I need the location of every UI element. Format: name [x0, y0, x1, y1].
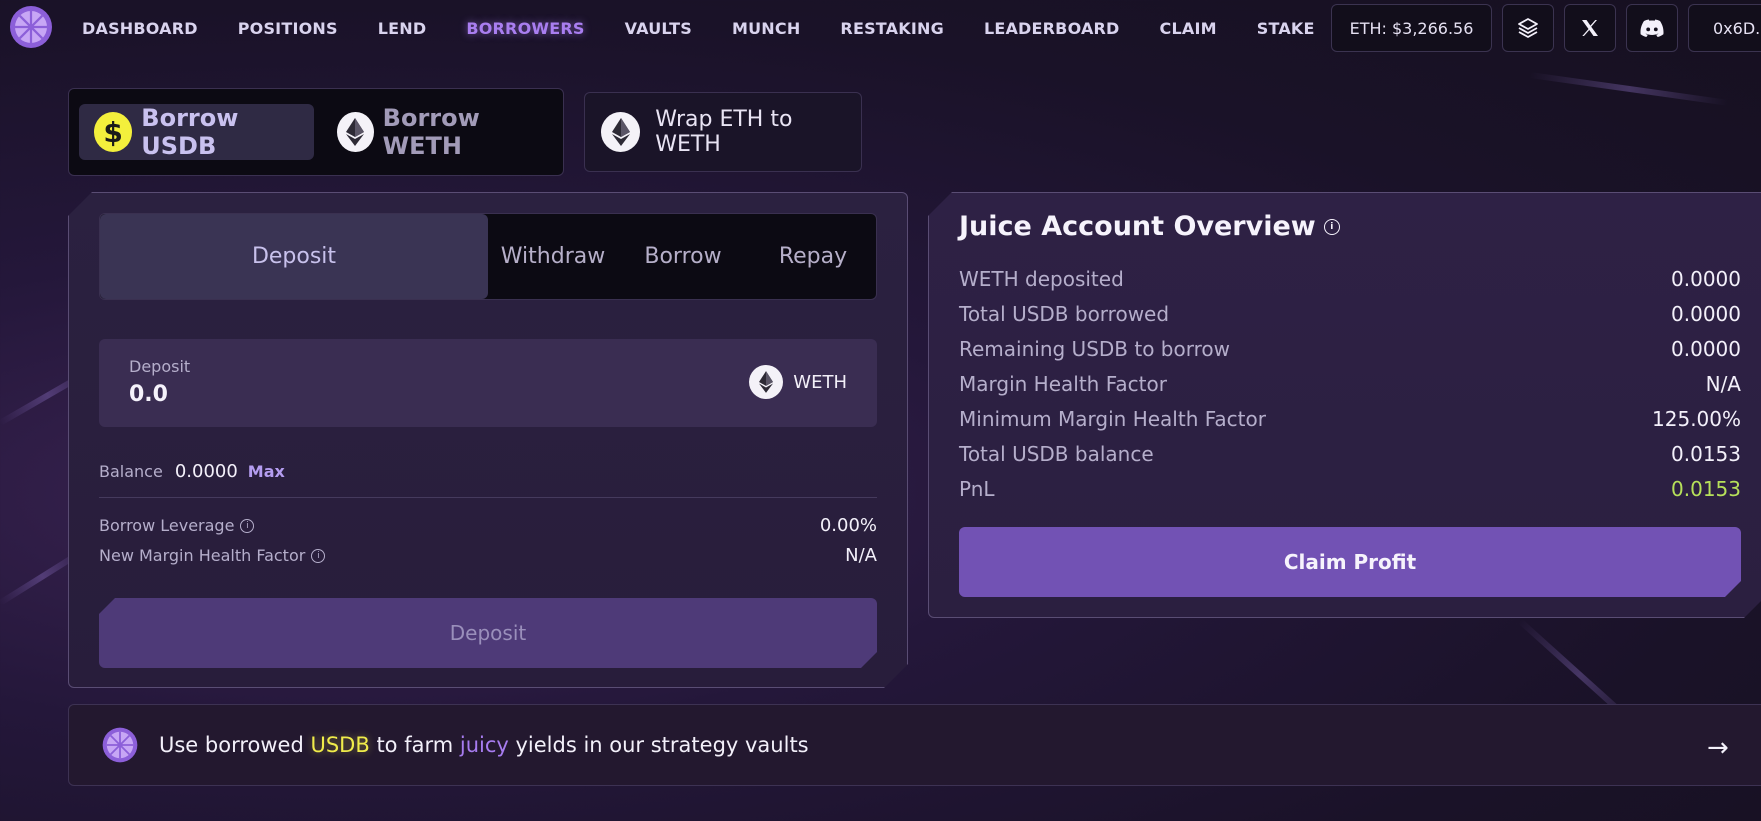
overview-row-value: 125.00%	[1652, 407, 1741, 431]
claim-profit-button[interactable]: Claim Profit	[959, 527, 1741, 597]
top-nav: DASHBOARD POSITIONS LEND BORROWERS VAULT…	[0, 0, 1761, 56]
discord-button[interactable]	[1626, 4, 1678, 52]
eth-coin-icon	[337, 112, 374, 152]
juice-logo-icon	[102, 727, 138, 763]
tab-borrow-weth-label: Borrow WETH	[382, 104, 480, 160]
overview-row-label: Total USDB balance	[959, 442, 1154, 466]
overview-row: Minimum Margin Health Factor 125.00%	[959, 407, 1741, 431]
banner-text-part: to farm	[369, 733, 460, 757]
banner-highlight-usdb: USDB	[310, 733, 370, 757]
overview-row: Margin Health Factor N/A	[959, 372, 1741, 396]
max-button[interactable]: Max	[248, 462, 285, 481]
eth-price-badge: ETH: $3,266.56	[1331, 4, 1492, 52]
nav-lend[interactable]: LEND	[378, 19, 427, 38]
overview-row-value: N/A	[1705, 372, 1741, 396]
new-mhf-row: New Margin Health Factor i N/A	[99, 545, 877, 566]
balance-label: Balance	[99, 462, 163, 481]
arrow-right-icon: →	[1707, 733, 1729, 763]
borrow-asset-switch: $ Borrow USDB Borrow WETH	[68, 88, 564, 176]
tab-borrow-weth[interactable]: Borrow WETH	[322, 104, 552, 160]
eth-coin-icon	[601, 112, 641, 152]
nav-borrowers[interactable]: BORROWERS	[466, 19, 584, 38]
tab-borrow[interactable]: Borrow	[618, 214, 748, 299]
overview-row: Total USDB balance 0.0153	[959, 442, 1741, 466]
overview-row-value: 0.0000	[1671, 337, 1741, 361]
borrow-leverage-label: Borrow Leverage	[99, 516, 235, 535]
balance-value: 0.0000	[174, 461, 238, 482]
overview-title-text: Juice Account Overview	[959, 211, 1316, 242]
wallet-button[interactable]: 0x6D...	[1688, 4, 1761, 52]
info-icon[interactable]: i	[240, 519, 254, 533]
info-icon[interactable]: i	[311, 549, 325, 563]
deposit-input-box: Deposit WETH	[99, 339, 877, 427]
overview-row-label: Remaining USDB to borrow	[959, 337, 1230, 361]
banner-text: Use borrowed USDB to farm juicy yields i…	[159, 733, 809, 757]
overview-row: PnL 0.0153	[959, 477, 1741, 501]
juice-logo-icon[interactable]	[8, 4, 54, 50]
usdb-coin-icon: $	[94, 112, 133, 152]
x-twitter-button[interactable]	[1564, 4, 1616, 52]
nav-munch[interactable]: MUNCH	[732, 19, 800, 38]
borrow-leverage-row: Borrow Leverage i 0.00%	[99, 515, 877, 536]
nav-links: DASHBOARD POSITIONS LEND BORROWERS VAULT…	[82, 0, 1355, 56]
deposit-submit-button[interactable]: Deposit	[99, 598, 877, 668]
nav-dashboard[interactable]: DASHBOARD	[82, 19, 198, 38]
overview-row-value: 0.0000	[1671, 302, 1741, 326]
bg-streak	[1529, 72, 1729, 106]
new-mhf-label: New Margin Health Factor	[99, 546, 306, 565]
new-mhf-value: N/A	[845, 545, 877, 566]
overview-row-label: Margin Health Factor	[959, 372, 1167, 396]
balance-row: Balance 0.0000 Max	[99, 461, 285, 482]
nav-positions[interactable]: POSITIONS	[238, 19, 338, 38]
nav-vaults[interactable]: VAULTS	[625, 19, 692, 38]
overview-row: Total USDB borrowed 0.0000	[959, 302, 1741, 326]
tab-borrow-usdb-label: Borrow USDB	[141, 104, 239, 160]
layers-icon	[1518, 18, 1538, 38]
borrow-action-panel: Deposit Withdraw Borrow Repay Deposit WE…	[68, 192, 908, 688]
overview-row-label: Total USDB borrowed	[959, 302, 1170, 326]
docs-button[interactable]	[1502, 4, 1554, 52]
tab-deposit[interactable]: Deposit	[100, 214, 488, 299]
tab-repay[interactable]: Repay	[748, 214, 878, 299]
overview-row-label: Minimum Margin Health Factor	[959, 407, 1266, 431]
overview-title: Juice Account Overview i	[959, 211, 1340, 242]
tab-borrow-usdb[interactable]: $ Borrow USDB	[79, 104, 314, 160]
wrap-eth-button[interactable]: Wrap ETH to WETH	[584, 92, 862, 172]
action-tabs: Deposit Withdraw Borrow Repay	[99, 213, 877, 300]
banner-text-part: Use borrowed	[159, 733, 311, 757]
deposit-field-label: Deposit	[129, 357, 191, 376]
overview-row-value: 0.0153	[1671, 442, 1741, 466]
info-icon[interactable]: i	[1324, 219, 1340, 235]
deposit-amount-input[interactable]	[129, 382, 429, 407]
nav-stake[interactable]: STAKE	[1257, 19, 1315, 38]
overview-row: WETH deposited 0.0000	[959, 267, 1741, 291]
divider	[99, 497, 877, 498]
discord-icon	[1640, 19, 1664, 37]
overview-row: Remaining USDB to borrow 0.0000	[959, 337, 1741, 361]
borrow-leverage-value: 0.00%	[819, 515, 877, 536]
token-selector[interactable]: WETH	[749, 365, 847, 399]
overview-row-value: 0.0000	[1671, 267, 1741, 291]
banner-text-part: yields in our strategy vaults	[508, 733, 809, 757]
nav-right: ETH: $3,266.56 0x6D...	[1331, 4, 1761, 52]
overview-row-label: PnL	[959, 477, 995, 501]
x-logo-icon	[1582, 20, 1598, 36]
weth-coin-icon	[749, 365, 783, 399]
pnl-value: 0.0153	[1671, 477, 1741, 501]
overview-row-label: WETH deposited	[959, 267, 1124, 291]
wrap-eth-label: Wrap ETH to WETH	[655, 107, 793, 157]
nav-leaderboard[interactable]: LEADERBOARD	[984, 19, 1120, 38]
banner-highlight-juicy: juicy	[459, 733, 509, 757]
account-overview-panel: Juice Account Overview i WETH deposited …	[928, 192, 1761, 618]
nav-restaking[interactable]: RESTAKING	[840, 19, 944, 38]
nav-claim[interactable]: CLAIM	[1160, 19, 1217, 38]
tab-withdraw[interactable]: Withdraw	[488, 214, 618, 299]
vaults-promo-banner[interactable]: Use borrowed USDB to farm juicy yields i…	[68, 704, 1761, 786]
token-label: WETH	[793, 371, 847, 393]
